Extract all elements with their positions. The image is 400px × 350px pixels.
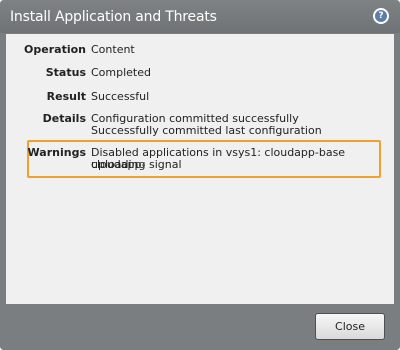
details-line-2: Successfully committed last configuratio… xyxy=(91,124,322,137)
warnings-label: Warnings xyxy=(27,146,86,159)
details-label: Details xyxy=(42,112,86,125)
result-value: Successful xyxy=(91,90,150,103)
close-button[interactable]: Close xyxy=(315,313,385,340)
install-dialog: Install Application and Threats ? Operat… xyxy=(0,0,400,350)
warnings-line-2: uploading signal xyxy=(91,158,182,171)
question-mark-icon: ? xyxy=(375,10,387,22)
title-bar: Install Application and Threats ? xyxy=(0,0,400,33)
result-label: Result xyxy=(46,90,86,103)
operation-label: Operation xyxy=(24,43,86,56)
operation-value: Content xyxy=(91,43,135,56)
result-panel: Operation Content Status Completed Resul… xyxy=(6,34,394,304)
status-label: Status xyxy=(45,66,86,79)
status-value: Completed xyxy=(91,66,151,79)
dialog-title: Install Application and Threats xyxy=(10,9,217,25)
help-icon[interactable]: ? xyxy=(373,8,389,24)
